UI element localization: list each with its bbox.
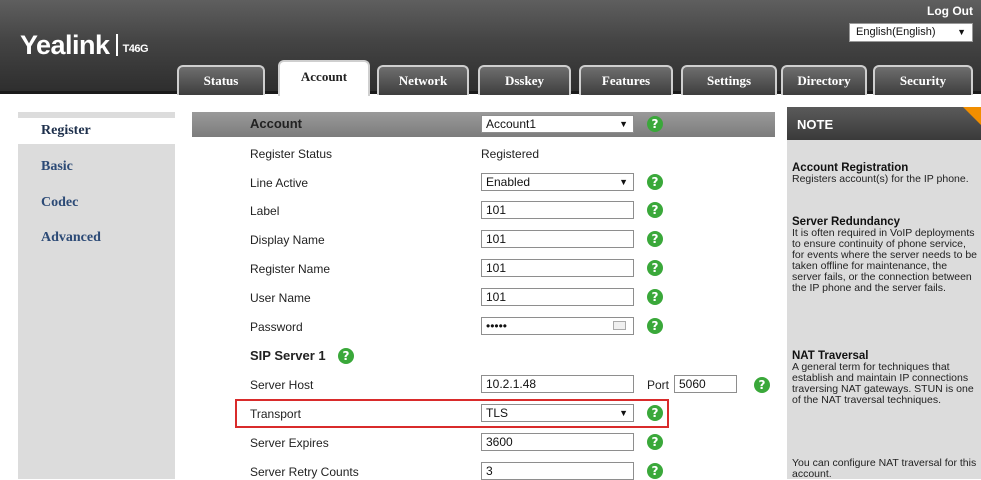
- account-select[interactable]: Account1 ▼: [481, 115, 634, 133]
- language-value: English(English): [856, 26, 936, 38]
- main-tabs: Status Account Network Dsskey Features S…: [0, 60, 981, 96]
- sidebar-item-register[interactable]: Register: [18, 118, 175, 144]
- help-icon[interactable]: ?: [338, 348, 354, 364]
- help-icon[interactable]: ?: [647, 174, 663, 190]
- note-panel: NOTE Account Registration Registers acco…: [787, 107, 981, 480]
- sip-server-heading: SIP Server 1: [250, 348, 326, 363]
- register-name-label: Register Name: [250, 262, 331, 276]
- help-icon[interactable]: ?: [647, 434, 663, 450]
- register-status-label: Register Status: [250, 147, 333, 161]
- label-input[interactable]: 101: [481, 201, 634, 219]
- model-name: T46G: [122, 43, 149, 55]
- help-icon[interactable]: ?: [647, 260, 663, 276]
- tab-security[interactable]: Security: [873, 65, 973, 95]
- password-label: Password: [250, 320, 303, 334]
- server-retry-input[interactable]: 3: [481, 462, 634, 480]
- line-active-value: Enabled: [486, 175, 531, 189]
- note-section-text: Registers account(s) for the IP phone.: [792, 173, 969, 185]
- tab-dsskey[interactable]: Dsskey: [478, 65, 571, 95]
- tab-settings[interactable]: Settings: [681, 65, 777, 95]
- help-icon[interactable]: ?: [647, 202, 663, 218]
- tab-account[interactable]: Account: [278, 60, 370, 96]
- server-expires-input[interactable]: 3600: [481, 433, 634, 451]
- line-active-select[interactable]: Enabled ▼: [481, 173, 634, 191]
- help-icon[interactable]: ?: [647, 231, 663, 247]
- note-section-text: You can configure NAT traversal for this…: [792, 457, 977, 480]
- logo-text: Yealink: [20, 30, 110, 60]
- chevron-down-icon: ▼: [957, 27, 966, 37]
- note-section-text: A general term for techniques that estab…: [792, 361, 974, 406]
- server-host-input[interactable]: 10.2.1.48: [481, 375, 634, 393]
- chevron-down-icon: ▼: [619, 408, 628, 418]
- port-input[interactable]: 5060: [674, 375, 737, 393]
- chevron-down-icon: ▼: [619, 177, 628, 187]
- note-corner-accent: [963, 107, 981, 125]
- user-name-input[interactable]: 101: [481, 288, 634, 306]
- chevron-down-icon: ▼: [619, 119, 628, 129]
- note-heading: NOTE: [787, 107, 981, 140]
- sidebar-item-codec[interactable]: Codec: [18, 190, 175, 216]
- transport-label: Transport: [250, 407, 301, 421]
- line-active-label: Line Active: [250, 176, 309, 190]
- display-name-input[interactable]: 101: [481, 230, 634, 248]
- help-icon[interactable]: ?: [647, 289, 663, 305]
- yealink-logo: Yealink T46G: [20, 30, 149, 61]
- password-value: •••••: [486, 319, 508, 333]
- user-name-label: User Name: [250, 291, 311, 305]
- keyboard-icon[interactable]: [613, 321, 626, 330]
- label-label: Label: [250, 204, 280, 218]
- help-icon[interactable]: ?: [647, 405, 663, 421]
- language-select[interactable]: English(English) ▼: [849, 23, 973, 42]
- register-name-input[interactable]: 101: [481, 259, 634, 277]
- logout-link[interactable]: Log Out: [927, 4, 973, 18]
- help-icon[interactable]: ?: [647, 463, 663, 479]
- sidebar-item-advanced[interactable]: Advanced: [18, 225, 175, 251]
- tab-directory[interactable]: Directory: [781, 65, 867, 95]
- note-section-text: It is often required in VoIP deployments…: [792, 227, 978, 294]
- top-header: Yealink T46G Log Out English(English) ▼ S…: [0, 0, 981, 96]
- server-expires-label: Server Expires: [250, 436, 329, 450]
- logo-separator: [115, 34, 118, 56]
- register-status-value: Registered: [481, 147, 540, 161]
- server-retry-label: Server Retry Counts: [250, 465, 359, 479]
- help-icon[interactable]: ?: [647, 116, 663, 132]
- display-name-label: Display Name: [250, 233, 325, 247]
- account-label: Account: [250, 116, 302, 131]
- port-label: Port: [647, 378, 670, 392]
- register-form: Account Account1 ▼ ? Register Status Reg…: [192, 112, 775, 480]
- help-icon[interactable]: ?: [647, 318, 663, 334]
- help-icon[interactable]: ?: [754, 377, 770, 393]
- sidebar-item-basic[interactable]: Basic: [18, 154, 175, 180]
- transport-select[interactable]: TLS ▼: [481, 404, 634, 422]
- password-input[interactable]: •••••: [481, 317, 634, 335]
- server-host-label: Server Host: [250, 378, 314, 392]
- left-sidebar: Register Basic Codec Advanced: [18, 112, 175, 479]
- transport-value: TLS: [486, 406, 509, 420]
- tab-network[interactable]: Network: [377, 65, 469, 95]
- account-select-value: Account1: [486, 117, 537, 131]
- tab-features[interactable]: Features: [579, 65, 673, 95]
- tab-status[interactable]: Status: [177, 65, 265, 95]
